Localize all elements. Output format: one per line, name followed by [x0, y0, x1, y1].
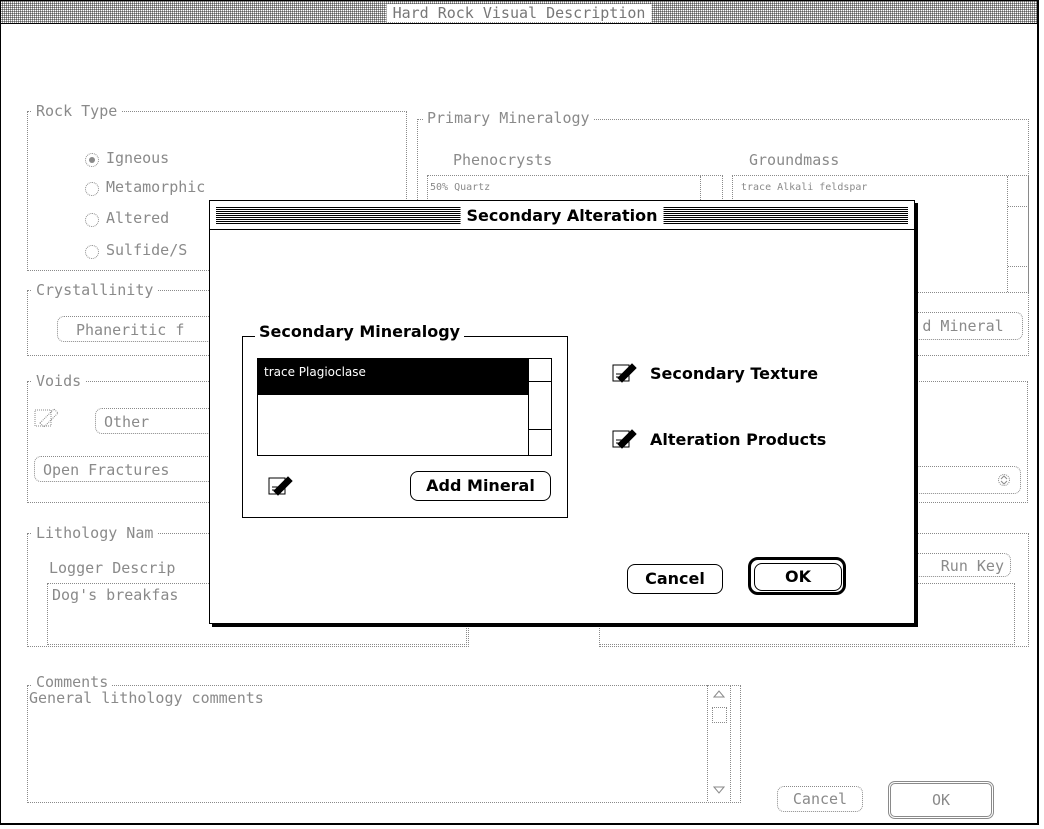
rock-type-label: Rock Type: [32, 102, 122, 120]
dialog-title: Secondary Alteration: [460, 206, 664, 225]
scroll-down-arrow-icon[interactable]: [713, 785, 725, 795]
crystallinity-value: Phaneritic f: [76, 321, 185, 339]
pencil-edit-icon[interactable]: [268, 475, 296, 497]
lithology-label: Lithology Nam: [32, 524, 158, 542]
right-voids-group: [913, 381, 1028, 503]
dialog-ok-label: OK: [785, 567, 811, 586]
option-metamorphic-label: Metamorphic: [106, 178, 206, 196]
add-mineral-label: d Mineral: [922, 317, 1004, 335]
radio-metamorphic[interactable]: [85, 182, 99, 196]
add-mineral-label: Add Mineral: [426, 476, 535, 495]
secondary-mineral-list[interactable]: trace Plagioclase: [257, 358, 552, 456]
option-altered-label: Altered: [106, 209, 170, 227]
scroll-thumb[interactable]: [712, 707, 727, 723]
comments-field[interactable]: General lithology comments: [29, 689, 707, 799]
add-mineral-button[interactable]: d Mineral: [903, 312, 1023, 340]
dialog-ok-button[interactable]: OK: [748, 557, 846, 595]
secondary-texture-link[interactable]: Secondary Texture: [650, 364, 818, 383]
fracture-value: Open Fractures: [43, 461, 170, 479]
alteration-products-link[interactable]: Alteration Products: [650, 430, 826, 449]
primary-mineralogy-label: Primary Mineralogy: [423, 109, 594, 127]
option-igneous-label: Igneous: [106, 149, 170, 167]
main-cancel-label: Cancel: [792, 790, 848, 808]
groundmass-label: Groundmass: [749, 151, 840, 169]
pencil-edit-icon[interactable]: [612, 428, 640, 450]
logger-description-value[interactable]: Dog's breakfas: [52, 586, 178, 604]
voids-group: [27, 381, 229, 503]
voids-type-value: Other: [104, 413, 150, 431]
crystallinity-label: Crystallinity: [32, 281, 158, 299]
pencil-edit-icon[interactable]: [34, 407, 62, 429]
radio-altered[interactable]: [85, 213, 99, 227]
pencil-edit-icon[interactable]: [612, 362, 640, 384]
window-title: Hard Rock Visual Description: [386, 4, 652, 22]
dialog-cancel-label: Cancel: [645, 569, 705, 588]
main-cancel-button[interactable]: Cancel: [777, 786, 863, 812]
run-key-label: Run Key: [940, 557, 1004, 575]
comments-value[interactable]: General lithology comments: [29, 689, 264, 707]
dialog-cancel-button[interactable]: Cancel: [627, 564, 723, 594]
option-sulfide-label: Sulfide/S: [106, 241, 188, 259]
mineral-list-scrollbar[interactable]: [528, 359, 552, 455]
list-item[interactable]: 50% Quartz: [430, 182, 490, 193]
mineral-item-label: trace Plagioclase: [264, 365, 366, 379]
run-key-button[interactable]: Run Key: [911, 553, 1011, 577]
groundmass-scrollbar[interactable]: [1007, 176, 1029, 292]
comments-scrollbar[interactable]: [707, 685, 731, 801]
secondary-mineralogy-label: Secondary Mineralogy: [255, 322, 465, 341]
add-mineral-button[interactable]: Add Mineral: [410, 471, 551, 501]
scroll-up-arrow-icon[interactable]: [713, 689, 725, 699]
crystallinity-popup[interactable]: Phaneritic f: [57, 316, 222, 342]
phenocrysts-label: Phenocrysts: [453, 151, 553, 169]
voids-label: Voids: [32, 372, 86, 390]
logger-description-label: Logger Descrip: [49, 559, 176, 577]
main-ok-button[interactable]: OK: [888, 781, 994, 819]
radio-igneous[interactable]: [85, 153, 99, 167]
list-item[interactable]: trace Plagioclase: [258, 359, 528, 395]
main-ok-label: OK: [931, 791, 951, 809]
fracture-popup[interactable]: Open Fractures: [34, 456, 225, 482]
window-title-bar[interactable]: Hard Rock Visual Description: [1, 1, 1037, 24]
radio-sulfide[interactable]: [85, 245, 99, 259]
voids-type-popup[interactable]: Other: [95, 408, 225, 434]
list-item[interactable]: trace Alkali feldspar: [741, 182, 867, 193]
secondary-alteration-dialog: Secondary Alteration Secondary Mineralog…: [209, 200, 915, 624]
